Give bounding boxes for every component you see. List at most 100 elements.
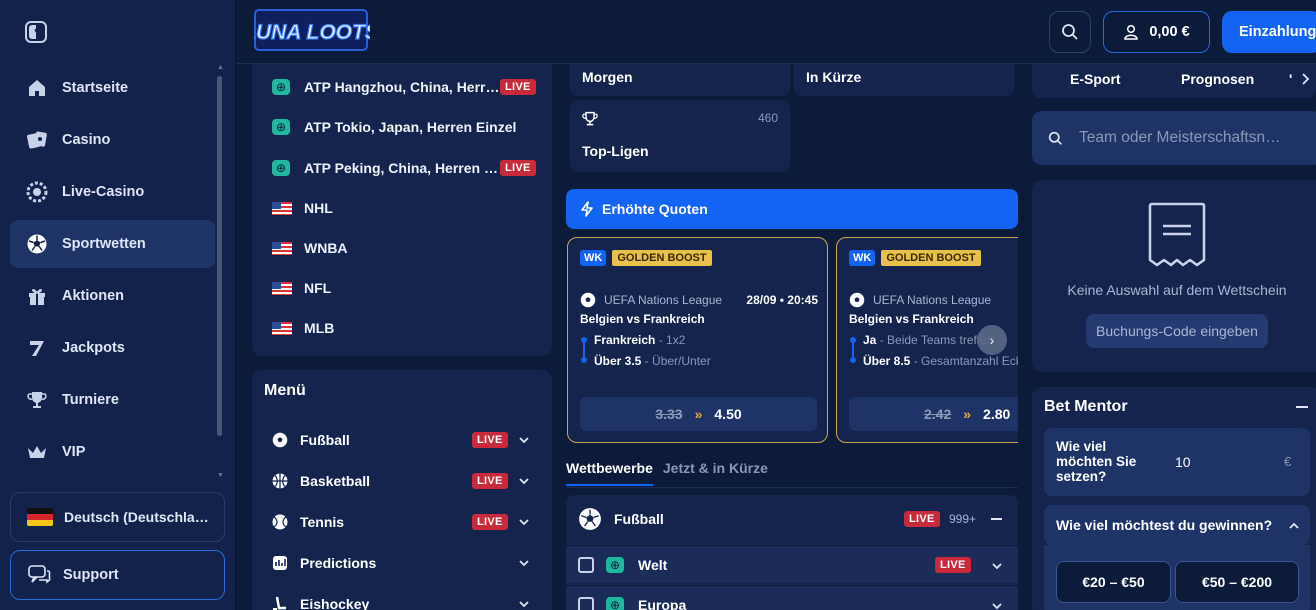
sport-name: Fußball xyxy=(300,432,350,448)
league-item[interactable]: ⊕ ATP Hangzhou, China, Herr… LIVE xyxy=(272,77,536,97)
chevron-down-icon xyxy=(991,559,1003,575)
seven-icon xyxy=(25,336,49,360)
win-amount-dropdown[interactable]: Wie viel möchtest du gewinnen? xyxy=(1044,505,1310,545)
boost-card[interactable]: WK GOLDEN BOOST UEFA Nations League 28/0… xyxy=(567,237,828,443)
hockey-stick-icon xyxy=(272,596,288,610)
live-badge: LIVE xyxy=(472,514,508,530)
sidebar-item-casino[interactable]: Casino xyxy=(10,116,215,164)
league-item[interactable]: NFL xyxy=(272,278,331,298)
sport-item-fussball[interactable]: Fußball LIVE xyxy=(272,429,532,451)
predictions-icon xyxy=(272,555,288,571)
league-name: ATP Peking, China, Herren … xyxy=(304,160,498,176)
brand-logo[interactable]: LUNA LOOTS xyxy=(243,8,379,52)
sidebar-item-aktionen[interactable]: Aktionen xyxy=(10,272,215,320)
sport-item-basketball[interactable]: Basketball LIVE xyxy=(272,470,532,492)
tab-wettbewerbe[interactable]: Wettbewerbe xyxy=(566,460,653,486)
league-item[interactable]: ⊕ ATP Peking, China, Herren … LIVE xyxy=(272,158,536,178)
stake-input-field[interactable]: Wie viel möchten Sie setzen? 10 € xyxy=(1044,428,1310,496)
boosted-odds-header[interactable]: Erhöhte Quoten xyxy=(566,189,1018,229)
betslip-empty-message: Keine Auswahl auf dem Wettschein xyxy=(1067,282,1287,298)
range-label: €50 – €200 xyxy=(1201,574,1273,590)
lightning-icon xyxy=(580,201,594,217)
sport-item-tennis[interactable]: Tennis LIVE xyxy=(272,511,532,533)
globe-icon: ⊕ xyxy=(272,79,290,95)
competition-row-welt[interactable]: ⊕ Welt LIVE xyxy=(566,545,1018,583)
competition-name: Welt xyxy=(638,556,668,573)
match-name: Belgien vs Frankreich xyxy=(580,312,705,326)
search-button[interactable] xyxy=(1049,11,1091,53)
chevron-down-icon xyxy=(518,556,530,572)
category-in-kuerze[interactable]: In Kürze xyxy=(794,64,1014,96)
wk-badge: WK xyxy=(580,250,607,266)
league-item[interactable]: MLB xyxy=(272,318,334,338)
league-name: ATP Tokio, Japan, Herren Einzel xyxy=(304,119,517,135)
collapse-icon[interactable] xyxy=(991,518,1002,520)
deposit-label: Einzahlung xyxy=(1239,24,1316,40)
boosted-odds-button[interactable]: 2.42 » 2.80 xyxy=(849,397,1018,431)
deposit-button[interactable]: Einzahlung xyxy=(1222,11,1316,53)
collapse-icon[interactable] xyxy=(1296,406,1308,408)
tabs-divider xyxy=(566,487,1018,488)
event-count: 999+ xyxy=(949,512,977,526)
sport-item-predictions[interactable]: Predictions xyxy=(272,552,532,574)
chevron-right-icon[interactable] xyxy=(1300,72,1310,89)
scroll-up-arrow[interactable]: ▲ xyxy=(217,64,224,71)
soccer-ball-icon xyxy=(578,507,602,531)
sidebar-collapse-button[interactable] xyxy=(25,21,47,43)
old-odds: 2.42 xyxy=(924,406,952,422)
category-morgen[interactable]: Morgen xyxy=(570,64,790,96)
sidebar-item-startseite[interactable]: Startseite xyxy=(10,64,215,112)
league-name: UEFA Nations League xyxy=(873,293,992,307)
sport-section-fussball[interactable]: Fußball LIVE 999+ xyxy=(566,500,1018,538)
range-option-50-200[interactable]: €50 – €200 xyxy=(1175,561,1299,603)
sport-name: Basketball xyxy=(300,473,371,489)
basketball-icon xyxy=(272,473,288,489)
competition-row-europa[interactable]: ⊕ Europa xyxy=(566,585,1018,610)
us-flag-icon xyxy=(272,201,292,215)
sidebar-item-sportwetten[interactable]: Sportwetten xyxy=(10,220,215,268)
sidebar-item-live-casino[interactable]: Live-Casino xyxy=(10,168,215,216)
new-odds: 4.50 xyxy=(714,406,742,422)
sidebar-item-jackpots[interactable]: Jackpots xyxy=(10,324,215,372)
account-balance-button[interactable]: 0,00 € xyxy=(1103,11,1210,53)
chevron-down-icon xyxy=(518,433,530,449)
globe-icon: ⊕ xyxy=(272,119,290,135)
tab-jetzt-in-kuerze[interactable]: Jetzt & in Kürze xyxy=(663,460,768,484)
row-checkbox[interactable] xyxy=(578,556,594,573)
chevron-right-icon: › xyxy=(989,332,995,348)
range-option-20-50[interactable]: €20 – €50 xyxy=(1056,561,1171,603)
league-item[interactable]: NHL xyxy=(272,198,333,218)
sidebar-item-vip[interactable]: VIP xyxy=(10,428,215,476)
carousel-next-button[interactable]: › xyxy=(977,325,1007,355)
sidebar-item-label: Sportwetten xyxy=(62,236,146,252)
league-item[interactable]: WNBA xyxy=(272,238,348,258)
language-selector[interactable]: Deutsch (Deutschla… xyxy=(10,492,225,542)
tab-prognosen[interactable]: Prognosen xyxy=(1181,71,1254,87)
sport-item-eishockey[interactable]: Eishockey xyxy=(272,593,532,610)
home-icon xyxy=(25,76,49,100)
booking-code-button[interactable]: Buchungs-Code eingeben xyxy=(1086,314,1268,348)
chevron-down-icon xyxy=(518,474,530,490)
boosted-odds-button[interactable]: 3.33 » 4.50 xyxy=(580,397,817,431)
user-icon xyxy=(1123,24,1139,40)
league-item[interactable]: ⊕ ATP Tokio, Japan, Herren Einzel xyxy=(272,117,532,137)
team-search-field[interactable]: Team oder Meisterschaftsn… xyxy=(1032,111,1316,165)
tab-more[interactable]: ' xyxy=(1289,71,1292,87)
live-badge: LIVE xyxy=(472,432,508,448)
soccer-ball-icon xyxy=(272,432,288,448)
scroll-down-arrow[interactable]: ▼ xyxy=(217,472,224,479)
tab-esport[interactable]: E-Sport xyxy=(1070,71,1121,87)
live-badge: LIVE xyxy=(500,79,536,95)
globe-icon: ⊕ xyxy=(272,160,290,176)
row-checkbox[interactable] xyxy=(578,597,594,610)
sidebar-item-turniere[interactable]: Turniere xyxy=(10,376,215,424)
sidebar-item-label: Aktionen xyxy=(62,288,125,304)
soccer-ball-icon xyxy=(25,232,49,256)
sidebar-scrollbar[interactable] xyxy=(217,76,222,436)
roulette-icon xyxy=(25,180,49,204)
match-datetime: 28/09 • 20:45 xyxy=(746,293,818,307)
balance-amount: 0,00 € xyxy=(1149,24,1190,40)
search-placeholder: Team oder Meisterschaftsn… xyxy=(1079,129,1281,146)
support-button[interactable]: Support xyxy=(10,550,225,600)
category-top-ligen[interactable]: 460 Top-Ligen xyxy=(570,100,790,172)
